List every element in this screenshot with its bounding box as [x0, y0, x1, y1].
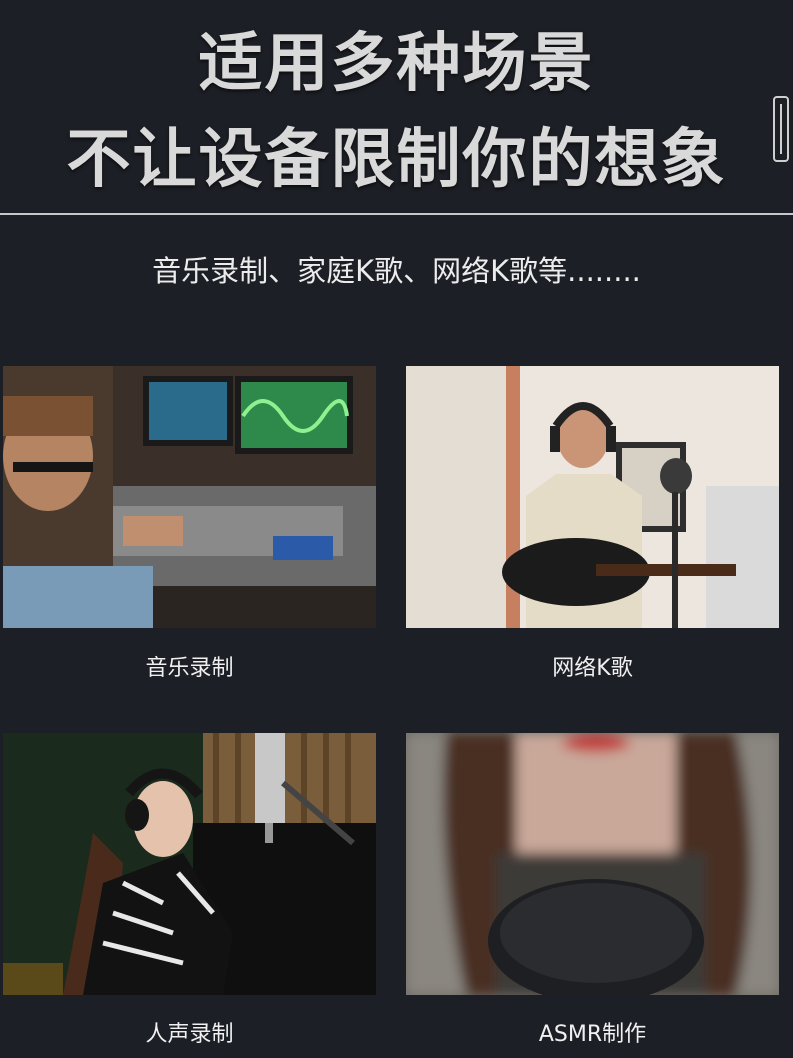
caption-vocal-recording: 人声录制 [145, 1022, 234, 1047]
divider [0, 213, 793, 215]
scroll-indicator[interactable] [773, 96, 789, 162]
headline-line-2: 不让设备限制你的想象 [66, 123, 727, 197]
caption-online-karaoke: 网络K歌 [552, 656, 633, 681]
music-recording-image [3, 366, 376, 628]
vocal-recording-image [3, 733, 376, 995]
headline-line-1: 适用多种场景 [198, 27, 595, 101]
asmr-image [406, 733, 779, 995]
online-karaoke-image [406, 366, 779, 628]
scenes-subtitle: 音乐录制、家庭K歌、网络K歌等........ [152, 254, 641, 288]
caption-asmr: ASMR制作 [538, 1022, 647, 1047]
caption-music-recording: 音乐录制 [145, 656, 234, 681]
